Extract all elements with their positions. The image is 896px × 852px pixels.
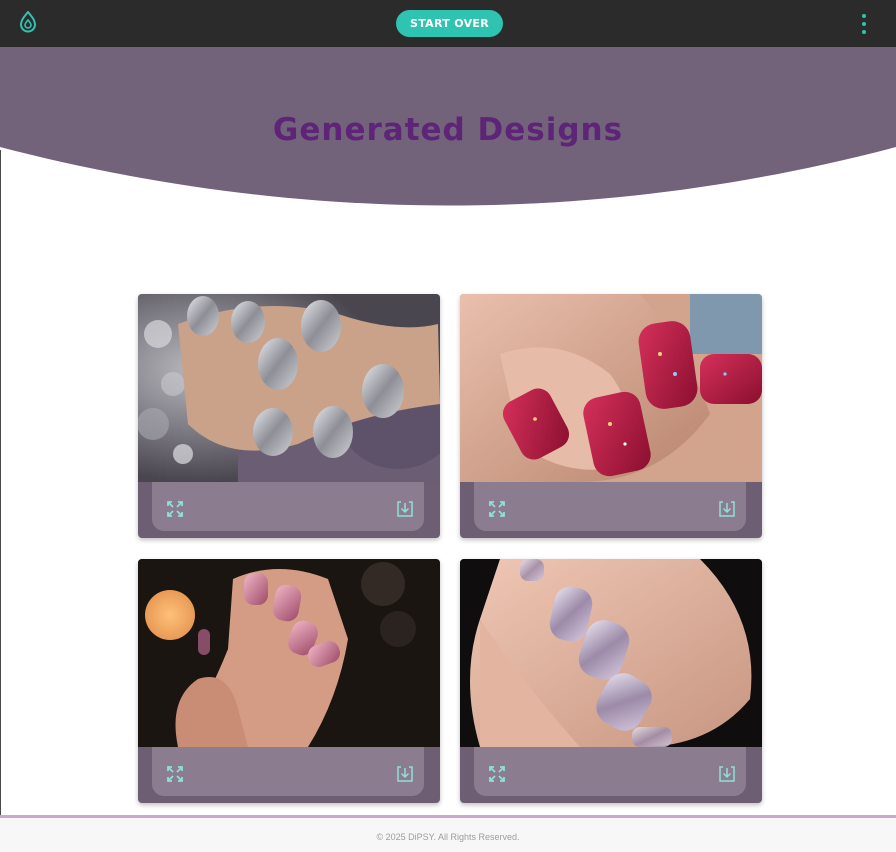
divider — [0, 150, 1, 816]
kebab-menu-icon[interactable] — [858, 13, 870, 35]
design-image[interactable] — [460, 294, 762, 482]
download-icon[interactable] — [396, 765, 414, 783]
card-actions — [152, 482, 424, 531]
expand-icon[interactable] — [166, 765, 184, 783]
card-actions — [474, 747, 746, 796]
footer: © 2025 DiPSY. All Rights Reserved. — [0, 815, 896, 852]
menu-dot — [862, 22, 866, 26]
menu-dot — [862, 14, 866, 18]
expand-icon[interactable] — [166, 500, 184, 518]
design-card — [138, 294, 440, 538]
expand-icon[interactable] — [488, 765, 506, 783]
download-icon[interactable] — [718, 765, 736, 783]
design-card — [460, 559, 762, 803]
design-image[interactable] — [138, 294, 440, 482]
design-card — [138, 559, 440, 803]
page-title: Generated Designs — [272, 112, 624, 148]
expand-icon[interactable] — [488, 500, 506, 518]
download-icon[interactable] — [396, 500, 414, 518]
menu-dot — [862, 30, 866, 34]
hero-banner: Generated Designs — [0, 47, 896, 207]
copyright-text: © 2025 DiPSY. All Rights Reserved. — [376, 832, 520, 842]
card-actions — [474, 482, 746, 531]
card-actions — [152, 747, 424, 796]
droplet-icon[interactable] — [18, 10, 38, 33]
design-card — [460, 294, 762, 538]
top-bar: START OVER — [0, 0, 896, 47]
start-over-button[interactable]: START OVER — [396, 10, 503, 37]
design-image[interactable] — [460, 559, 762, 747]
download-icon[interactable] — [718, 500, 736, 518]
design-image[interactable] — [138, 559, 440, 747]
